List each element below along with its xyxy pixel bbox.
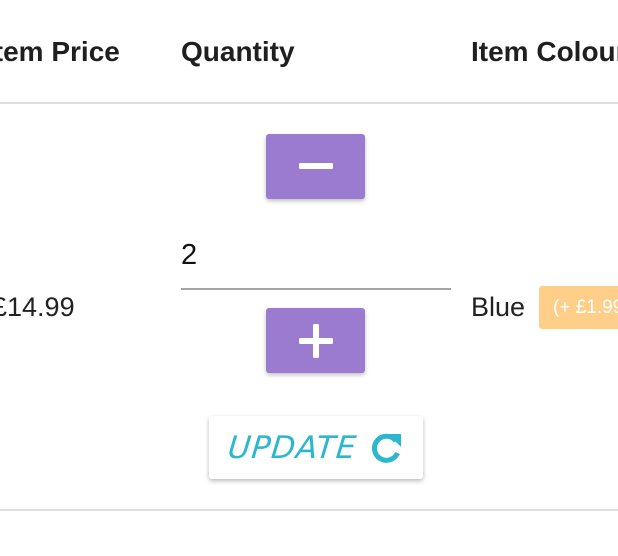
decrease-quantity-button[interactable] [266,134,365,199]
header-item-colour: Item Colour [471,36,618,67]
item-price-value: £14.99 [0,292,75,322]
minus-icon [298,162,333,169]
plus-icon [298,323,333,358]
increase-quantity-button[interactable] [266,308,365,373]
refresh-icon [368,430,404,466]
header-item-price: Item Price [0,36,120,67]
header-quantity: Quantity [181,36,295,67]
header-divider [0,102,618,104]
cart-page: Item Price Quantity Item Colour £14.99 B… [0,0,618,556]
update-button-label: UPDATE [225,429,359,466]
row-divider [0,509,618,511]
colour-surcharge-badge: (+ £1.99) [539,286,618,329]
update-button[interactable]: UPDATE [209,416,423,479]
quantity-input[interactable] [181,222,451,290]
item-colour-value: Blue [471,292,526,322]
